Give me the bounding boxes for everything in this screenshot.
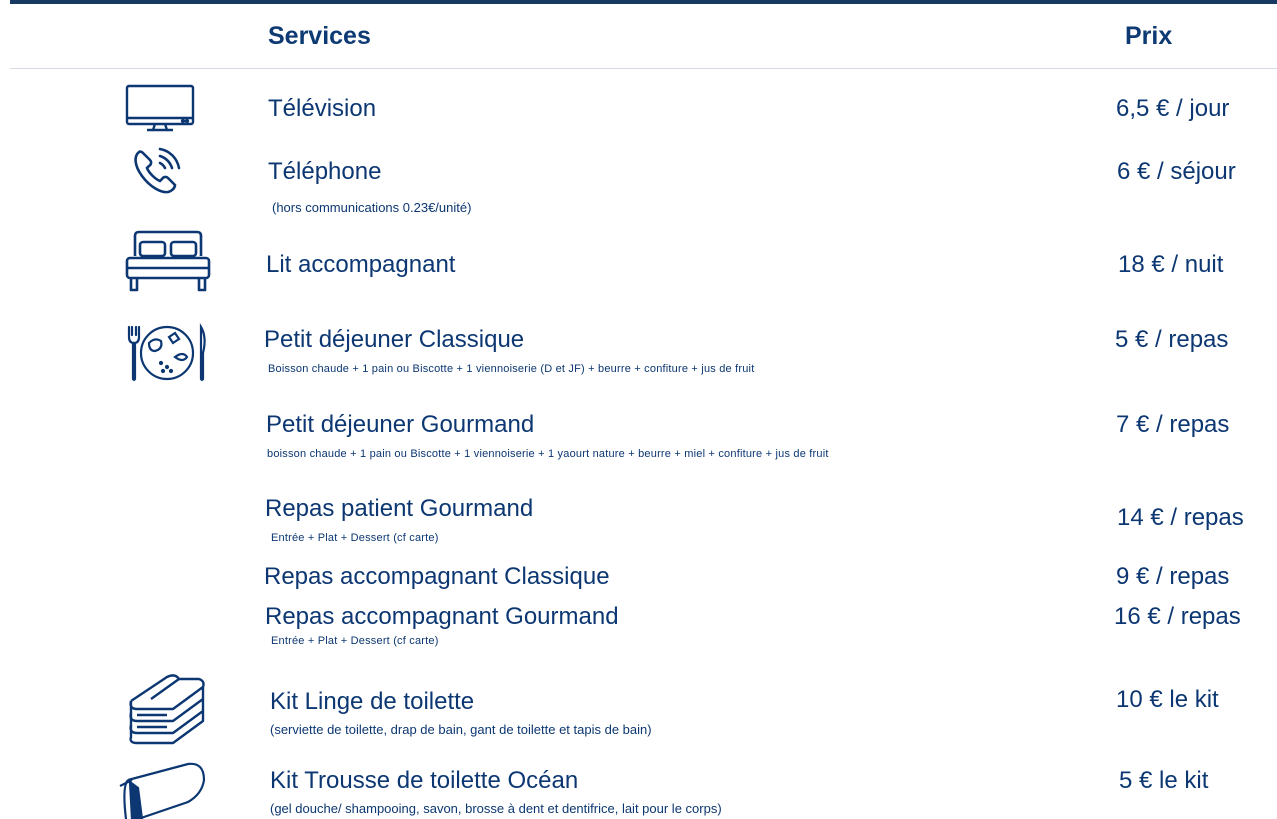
toiletry-pouch-icon bbox=[108, 758, 208, 819]
price-telephone: 6 € / séjour bbox=[1117, 158, 1236, 185]
price-companion-classic-meal: 9 € / repas bbox=[1116, 563, 1230, 590]
folded-towels-icon bbox=[127, 673, 209, 745]
service-note-patient-gourmet-meal: Entrée + Plat + Dessert (cf carte) bbox=[271, 532, 439, 544]
price-toiletry-kit: 5 € le kit bbox=[1119, 767, 1209, 794]
meal-plate-icon bbox=[125, 323, 209, 383]
service-title-companion-bed: Lit accompagnant bbox=[266, 251, 456, 278]
service-title-companion-classic-meal: Repas accompagnant Classique bbox=[264, 563, 610, 590]
service-note-telephone: (hors communications 0.23€/unité) bbox=[272, 200, 472, 215]
services-column-header: Services bbox=[268, 22, 371, 50]
service-note-companion-gourmet-meal: Entrée + Plat + Dessert (cf carte) bbox=[271, 635, 439, 647]
price-towel-kit: 10 € le kit bbox=[1116, 686, 1219, 713]
television-icon bbox=[125, 84, 195, 134]
service-title-television: Télévision bbox=[268, 95, 377, 122]
service-title-toiletry-kit: Kit Trousse de toilette Océan bbox=[270, 767, 579, 794]
price-companion-gourmet-meal: 16 € / repas bbox=[1114, 603, 1241, 630]
service-title-towel-kit: Kit Linge de toilette bbox=[270, 688, 475, 715]
service-title-companion-gourmet-meal: Repas accompagnant Gourmand bbox=[265, 603, 619, 630]
service-note-towel-kit: (serviette de toilette, drap de bain, ga… bbox=[270, 722, 652, 737]
phone-icon bbox=[130, 143, 186, 199]
price-television: 6,5 € / jour bbox=[1116, 95, 1230, 122]
service-title-patient-gourmet-meal: Repas patient Gourmand bbox=[265, 495, 534, 522]
price-classic-breakfast: 5 € / repas bbox=[1115, 326, 1229, 353]
service-title-gourmet-breakfast: Petit déjeuner Gourmand bbox=[266, 411, 535, 438]
price-patient-gourmet-meal: 14 € / repas bbox=[1117, 504, 1244, 531]
service-title-classic-breakfast: Petit déjeuner Classique bbox=[264, 326, 525, 353]
service-title-telephone: Téléphone bbox=[268, 158, 382, 185]
service-note-toiletry-kit: (gel douche/ shampooing, savon, brosse à… bbox=[270, 801, 722, 816]
service-note-classic-breakfast: Boisson chaude + 1 pain ou Biscotte + 1 … bbox=[268, 363, 755, 375]
top-rule bbox=[10, 0, 1277, 4]
price-companion-bed: 18 € / nuit bbox=[1118, 251, 1224, 278]
header-divider bbox=[10, 68, 1277, 69]
price-column-header: Prix bbox=[1125, 22, 1173, 50]
price-gourmet-breakfast: 7 € / repas bbox=[1116, 411, 1230, 438]
service-note-gourmet-breakfast: boisson chaude + 1 pain ou Biscotte + 1 … bbox=[267, 448, 829, 460]
bed-icon bbox=[123, 228, 213, 296]
